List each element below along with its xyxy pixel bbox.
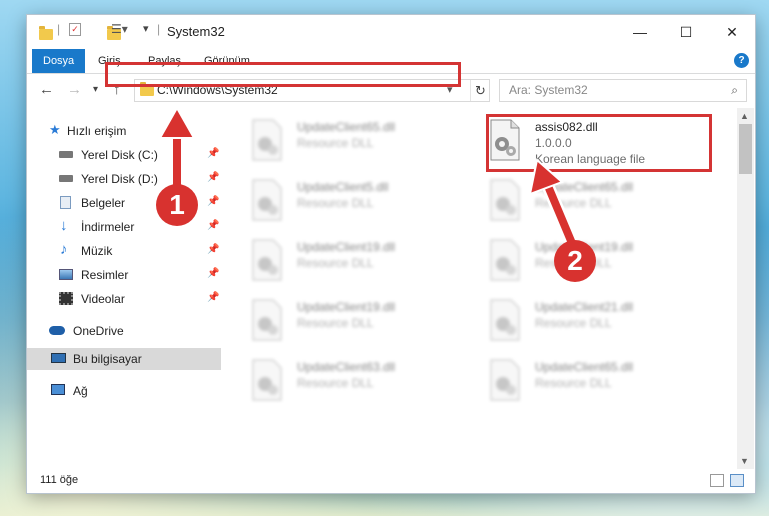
file-item[interactable]: UpdateClient19.dll Resource DLL [247,296,477,346]
address-bar-highlight [105,62,461,87]
pin-icon[interactable]: 📌 [207,244,219,255]
computer-icon [51,353,66,363]
callout-step-2: 2 [554,240,596,282]
dll-file-icon [252,359,282,401]
dll-file-icon [252,299,282,341]
search-placeholder: Ara: System32 [509,83,588,97]
file-highlight [486,114,712,172]
folder-icon [39,26,53,40]
back-arrow-icon[interactable]: ← [39,81,54,98]
item-count: 111 öğe [40,474,79,486]
drive-icon [59,151,73,158]
dll-file-icon [490,179,520,221]
scrollbar-thumb[interactable] [739,124,752,174]
sidebar-item-pictures[interactable]: Resimler 📌 [27,264,221,286]
sidebar-item-this-pc[interactable]: Bu bilgisayar [27,348,221,370]
title-bar: | ✓ ☰▾ ▾ | System32 — ☐ ✕ [27,15,755,49]
separator: | [57,22,61,36]
pin-icon[interactable]: 📌 [207,220,219,231]
close-button[interactable]: ✕ [709,15,755,49]
dll-file-icon [490,239,520,281]
search-icon[interactable]: ⌕ [731,83,738,98]
sidebar-item-onedrive[interactable]: OneDrive [27,320,221,342]
details-view-icon[interactable] [710,474,724,487]
network-icon [51,384,65,395]
pin-icon[interactable]: 📌 [207,196,219,207]
quick-access-dropdown-icon[interactable]: ▾ [143,22,149,38]
customize-icon[interactable]: ☰▾ [111,22,128,38]
window-title: System32 [167,24,225,39]
refresh-icon[interactable]: ↻ [470,80,490,101]
status-bar: 111 öğe [27,469,755,493]
pin-icon[interactable]: 📌 [207,268,219,279]
scroll-up-icon[interactable]: ▲ [740,111,749,121]
video-icon [59,292,73,305]
file-item[interactable]: UpdateClient65.dll Resource DLL [485,356,715,406]
sidebar-item-music[interactable]: ♪ Müzik 📌 [27,240,221,262]
maximize-button[interactable]: ☐ [663,15,709,49]
dll-file-icon [252,119,282,161]
navigation-pane: ★ Hızlı erişim Yerel Disk (C:) 📌 Yerel D… [27,112,221,467]
file-item[interactable]: UpdateClient5.dll Resource DLL [247,176,477,226]
vertical-scrollbar[interactable]: ▲ ▼ [737,108,754,470]
music-icon: ♪ [60,241,68,258]
separator: | [157,22,161,36]
file-item[interactable]: UpdateClient21.dll Resource DLL [485,296,715,346]
pictures-icon [59,269,73,280]
recent-dropdown-icon[interactable]: ▾ [93,84,98,95]
dll-file-icon [490,299,520,341]
dll-file-icon [252,179,282,221]
file-item[interactable]: UpdateClient65.dll Resource DLL [247,116,477,166]
sidebar-item-local-disk-d[interactable]: Yerel Disk (D:) 📌 [27,168,221,190]
dll-file-icon [490,359,520,401]
documents-icon [60,196,71,209]
sidebar-item-videos[interactable]: Videolar 📌 [27,288,221,310]
pin-icon[interactable]: 📌 [207,148,219,159]
cloud-icon [49,326,65,335]
file-item[interactable]: UpdateClient65.dll Resource DLL [485,176,715,226]
minimize-button[interactable]: — [617,15,663,49]
properties-icon[interactable]: ✓ [69,23,81,36]
sidebar-item-network[interactable]: Ağ [27,380,221,402]
file-item[interactable]: UpdateClient63.dll Resource DLL [247,356,477,406]
search-input[interactable]: Ara: System32 ⌕ [499,79,747,102]
dll-file-icon [252,239,282,281]
drive-icon [59,175,73,182]
callout-step-1: 1 [156,184,198,226]
file-item[interactable]: UpdateClient19.dll Resource DLL [247,236,477,286]
download-icon: ↓ [60,217,68,234]
sidebar-item-local-disk-c[interactable]: Yerel Disk (C:) 📌 [27,144,221,166]
help-icon[interactable]: ? [734,53,749,68]
sidebar-item-quick-access[interactable]: ★ Hızlı erişim [27,120,221,142]
tab-dosya[interactable]: Dosya [32,49,86,73]
file-item[interactable]: UpdateClient19.dll Resource DLL [485,236,715,286]
large-icons-view-icon[interactable] [730,474,744,487]
forward-arrow-icon[interactable]: → [67,81,82,98]
pin-icon[interactable]: 📌 [207,172,219,183]
scroll-down-icon[interactable]: ▼ [740,456,749,466]
star-icon: ★ [49,122,61,137]
pin-icon[interactable]: 📌 [207,292,219,303]
